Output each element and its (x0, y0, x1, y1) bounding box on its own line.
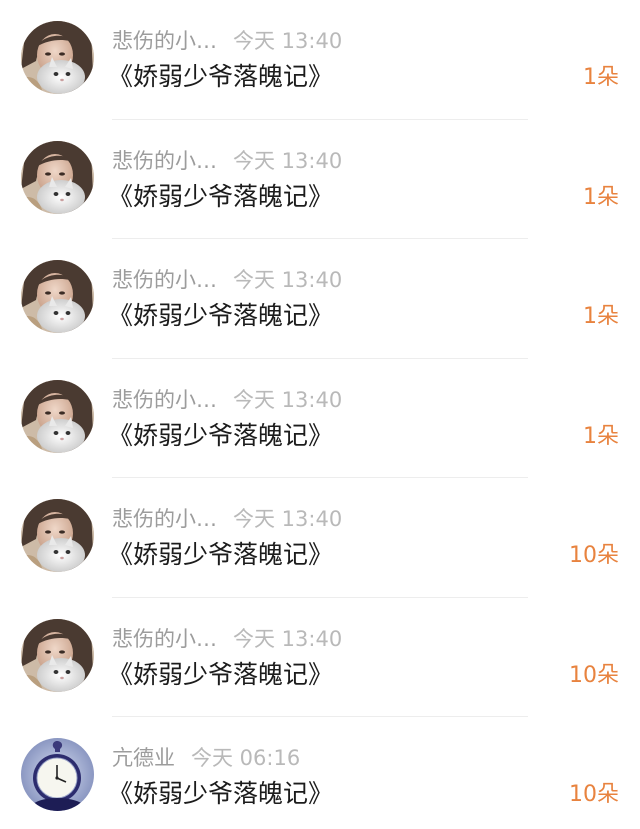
book-title[interactable]: 《娇弱少爷落魄记》 (108, 777, 333, 811)
timestamp: 今天 13:40 (233, 507, 343, 531)
pocket-watch-avatar-image (21, 738, 94, 811)
user-name[interactable]: 悲伤的小… (112, 146, 217, 176)
girl-with-cat-avatar-image (21, 21, 94, 94)
item-meta: 悲伤的小… 今天 13:40 (112, 146, 342, 176)
flower-count: 1朵 (583, 184, 619, 210)
flower-count: 1朵 (583, 65, 619, 90)
list-item[interactable]: 亢德业 今天 06:16 《娇弱少爷落魄记》 10朵 (0, 717, 640, 829)
avatar[interactable] (21, 21, 94, 94)
user-name[interactable]: 悲伤的小… (112, 385, 217, 415)
item-meta: 悲伤的小… 今天 13:40 (112, 26, 342, 56)
girl-with-cat-avatar-image (21, 260, 94, 333)
girl-with-cat-avatar-image (21, 619, 94, 692)
flower-gift-list: 悲伤的小… 今天 13:40 《娇弱少爷落魄记》 1朵 悲伤的小… 今天 13:40… (0, 0, 640, 829)
item-meta: 悲伤的小… 今天 13:40 (112, 385, 342, 415)
girl-with-cat-avatar-image (21, 499, 94, 572)
flower-count: 1朵 (583, 423, 619, 449)
user-name[interactable]: 悲伤的小… (112, 26, 217, 56)
book-title[interactable]: 《娇弱少爷落魄记》 (108, 658, 333, 692)
item-meta: 悲伤的小… 今天 13:40 (112, 504, 342, 534)
avatar[interactable] (21, 380, 94, 453)
book-title[interactable]: 《娇弱少爷落魄记》 (108, 60, 333, 94)
timestamp: 今天 06:16 (191, 746, 301, 770)
timestamp: 今天 13:40 (233, 387, 343, 412)
user-name[interactable]: 悲伤的小… (112, 265, 217, 295)
user-name[interactable]: 亢德业 (112, 743, 175, 773)
flower-count: 10朵 (569, 543, 619, 568)
flower-count: 1朵 (583, 304, 619, 329)
flower-count: 10朵 (569, 782, 619, 807)
list-item[interactable]: 悲伤的小… 今天 13:40 《娇弱少爷落魄记》 1朵 (0, 0, 640, 120)
book-title[interactable]: 《娇弱少爷落魄记》 (108, 419, 333, 453)
book-title[interactable]: 《娇弱少爷落魄记》 (108, 299, 333, 333)
timestamp: 今天 13:40 (233, 29, 343, 53)
timestamp: 今天 13:40 (233, 626, 343, 651)
avatar[interactable] (21, 260, 94, 333)
item-meta: 亢德业 今天 06:16 (112, 743, 300, 773)
user-name[interactable]: 悲伤的小… (112, 504, 217, 534)
girl-with-cat-avatar-image (21, 380, 94, 453)
list-item[interactable]: 悲伤的小… 今天 13:40 《娇弱少爷落魄记》 1朵 (0, 359, 640, 478)
list-item[interactable]: 悲伤的小… 今天 13:40 《娇弱少爷落魄记》 10朵 (0, 598, 640, 717)
list-item[interactable]: 悲伤的小… 今天 13:40 《娇弱少爷落魄记》 10朵 (0, 478, 640, 598)
avatar[interactable] (21, 738, 94, 811)
list-item[interactable]: 悲伤的小… 今天 13:40 《娇弱少爷落魄记》 1朵 (0, 120, 640, 239)
girl-with-cat-avatar-image (21, 141, 94, 214)
user-name[interactable]: 悲伤的小… (112, 624, 217, 654)
avatar[interactable] (21, 619, 94, 692)
list-item[interactable]: 悲伤的小… 今天 13:40 《娇弱少爷落魄记》 1朵 (0, 239, 640, 359)
book-title[interactable]: 《娇弱少爷落魄记》 (108, 180, 333, 214)
timestamp: 今天 13:40 (233, 148, 343, 173)
avatar[interactable] (21, 141, 94, 214)
flower-count: 10朵 (569, 662, 619, 688)
item-meta: 悲伤的小… 今天 13:40 (112, 624, 342, 654)
avatar[interactable] (21, 499, 94, 572)
book-title[interactable]: 《娇弱少爷落魄记》 (108, 538, 333, 572)
timestamp: 今天 13:40 (233, 268, 343, 292)
item-meta: 悲伤的小… 今天 13:40 (112, 265, 342, 295)
